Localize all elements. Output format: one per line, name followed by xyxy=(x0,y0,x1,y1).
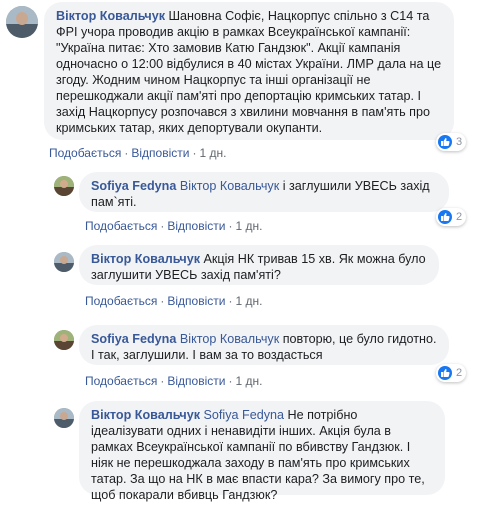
reply-button[interactable]: Відповісти xyxy=(167,294,225,308)
reaction-count: 2 xyxy=(456,367,463,379)
comment-timestamp[interactable]: 1 дн. xyxy=(235,294,262,308)
comment-bubble: Віктор Ковальчук Шановна Софіє, Нацкорпу… xyxy=(44,2,454,140)
comment-author[interactable]: Віктор Ковальчук xyxy=(56,9,165,23)
like-button[interactable]: Подобається xyxy=(85,294,157,308)
comment-bubble: Віктор Ковальчук Акція НК тривав 15 хв. … xyxy=(79,245,439,285)
avatar[interactable] xyxy=(54,330,74,350)
comment-timestamp[interactable]: 1 дн. xyxy=(235,219,262,233)
reaction-count: 2 xyxy=(456,211,463,223)
comment-author[interactable]: Sofiya Fedyna xyxy=(91,332,176,346)
reply-button[interactable]: Відповісти xyxy=(167,374,225,388)
reply-button[interactable]: Відповісти xyxy=(131,146,189,160)
comment-author[interactable]: Віктор Ковальчук xyxy=(91,252,200,266)
avatar[interactable] xyxy=(54,252,74,272)
reply-button[interactable]: Відповісти xyxy=(167,219,225,233)
like-button[interactable]: Подобається xyxy=(49,146,121,160)
comment-actions: Подобається · Відповісти · 1 дн. xyxy=(85,294,263,308)
like-icon xyxy=(438,366,452,380)
mention-link[interactable]: Sofiya Fedyna xyxy=(204,408,285,422)
reaction-count-badge[interactable]: 2 xyxy=(436,208,467,226)
comment-timestamp[interactable]: 1 дн. xyxy=(199,146,226,160)
comment-bubble: Sofiya Fedyna Віктор Ковальчук повторю, … xyxy=(79,325,449,365)
reaction-count-badge[interactable]: 2 xyxy=(436,364,467,382)
comment-actions: Подобається · Відповісти · 1 дн. xyxy=(85,219,263,233)
avatar[interactable] xyxy=(6,6,38,38)
reaction-count: 3 xyxy=(456,136,463,148)
comment-text: Не потрібно ідеалізувати одних і ненавид… xyxy=(91,408,425,502)
reaction-count-badge[interactable]: 3 xyxy=(436,133,467,151)
comment-text: Шановна Софіє, Нацкорпус спільно з С14 т… xyxy=(56,9,442,135)
comment-bubble: Sofiya Fedyna Віктор Ковальчук і заглуши… xyxy=(79,172,449,212)
comment-bubble: Віктор Ковальчук Sofiya Fedyna Не потріб… xyxy=(79,401,445,502)
comment-timestamp[interactable]: 1 дн. xyxy=(235,374,262,388)
mention-link[interactable]: Віктор Ковальчук xyxy=(180,332,279,346)
comment-author[interactable]: Sofiya Fedyna xyxy=(91,179,176,193)
comment-author[interactable]: Віктор Ковальчук xyxy=(91,408,200,422)
comment-actions: Подобається · Відповісти · 1 дн. xyxy=(49,146,227,160)
mention-link[interactable]: Віктор Ковальчук xyxy=(180,179,279,193)
like-icon xyxy=(438,210,452,224)
comment-actions: Подобається · Відповісти · 1 дн. xyxy=(85,374,263,388)
avatar[interactable] xyxy=(54,176,74,196)
like-button[interactable]: Подобається xyxy=(85,219,157,233)
like-button[interactable]: Подобається xyxy=(85,374,157,388)
like-icon xyxy=(438,135,452,149)
avatar[interactable] xyxy=(54,408,74,428)
